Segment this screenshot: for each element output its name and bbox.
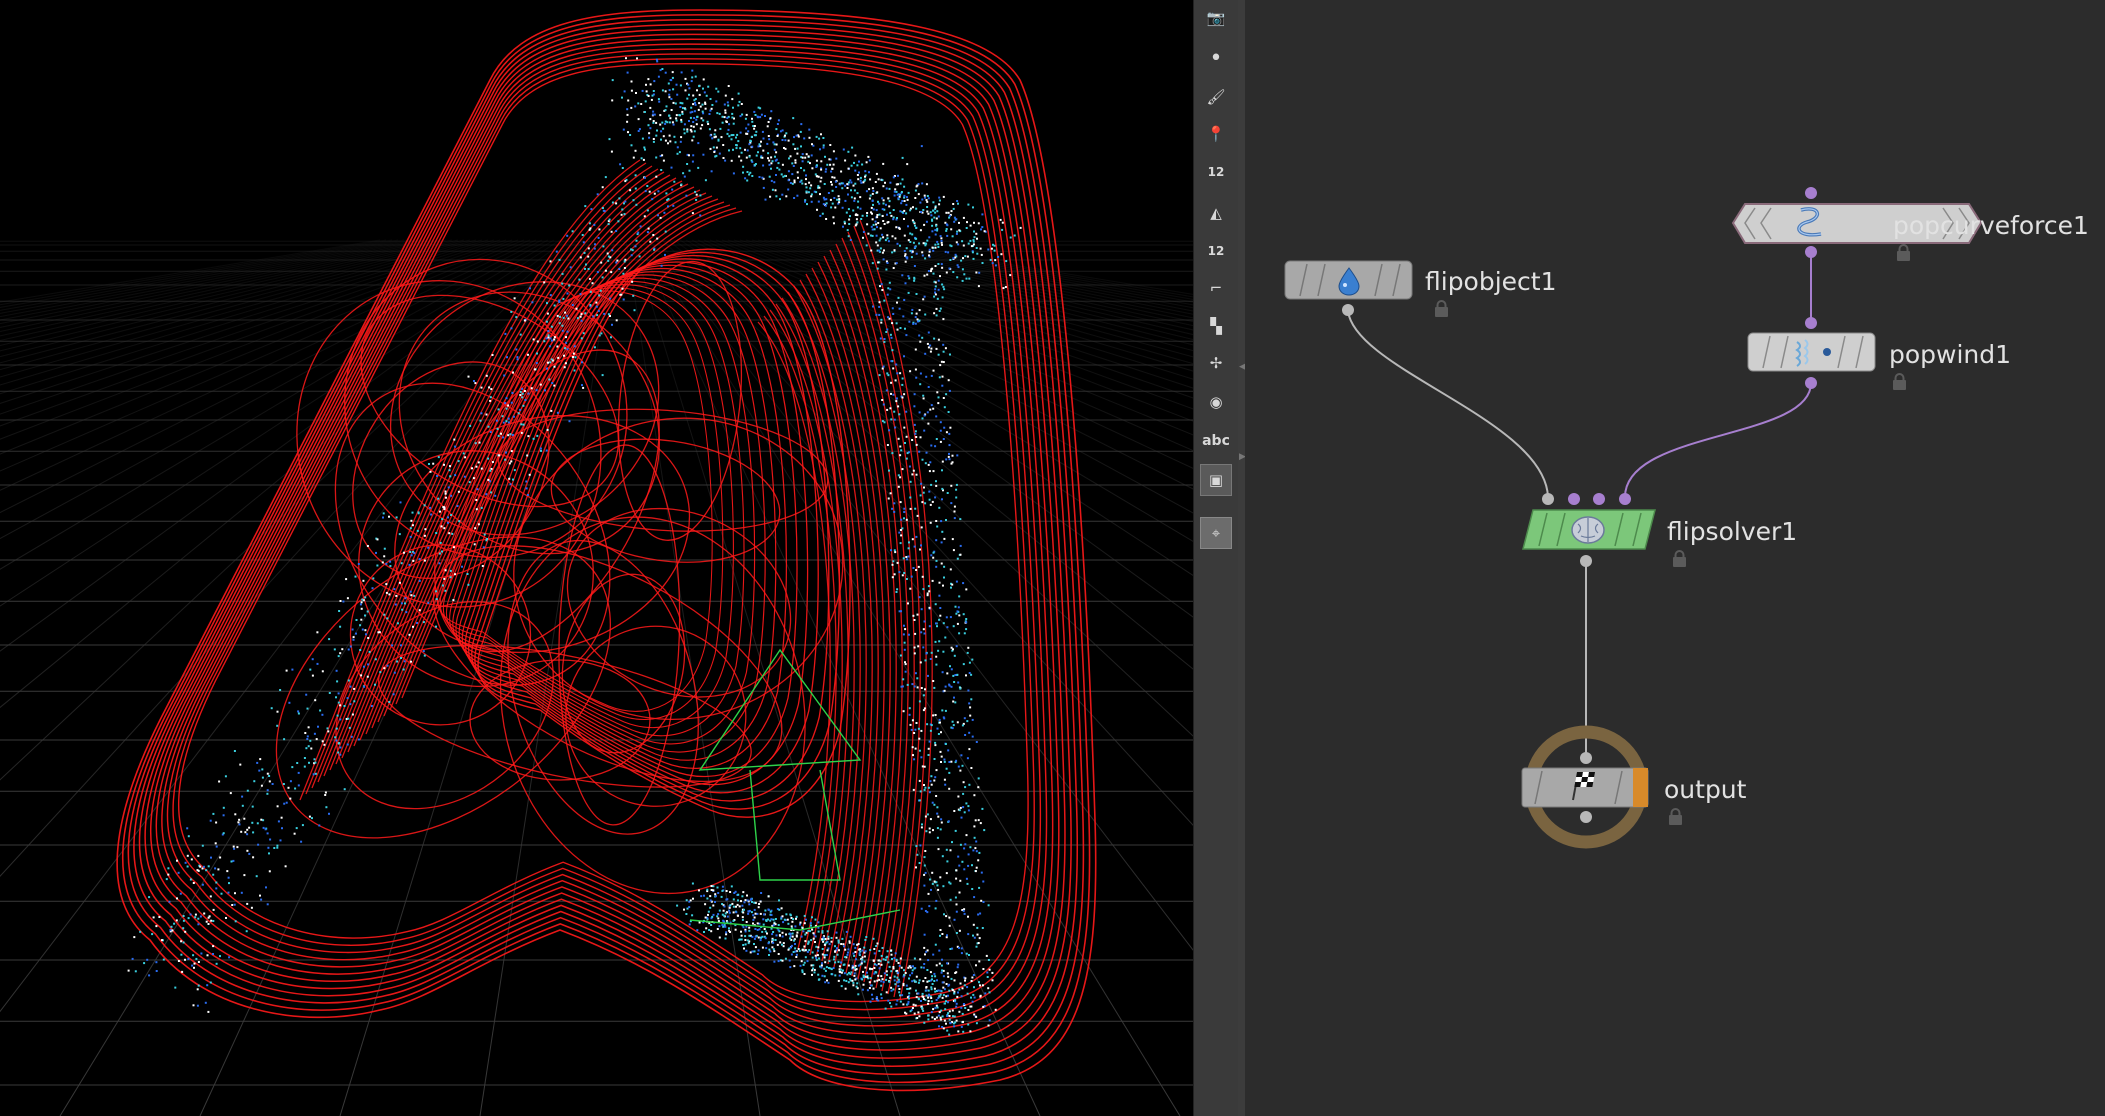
text-abc-icon[interactable]: abc [1200, 425, 1232, 457]
network-editor[interactable]: flipobject1 popcurveforce1 popwind1 flip… [1245, 0, 2105, 1116]
node-label-flipobject1: flipobject1 [1425, 267, 1557, 296]
view-camera-icon[interactable]: 📷 [1200, 2, 1232, 34]
lock-icon [1897, 244, 1910, 261]
node-label-output: output [1664, 775, 1747, 804]
output-connector[interactable] [1805, 246, 1817, 258]
node-popwind1[interactable]: popwind1 [1747, 317, 2011, 390]
lock-icon [1435, 300, 1448, 317]
background-image-icon[interactable]: ▣ [1200, 464, 1232, 496]
brain-icon [1571, 516, 1605, 544]
output-connector[interactable] [1580, 555, 1592, 567]
input-connector[interactable] [1805, 317, 1817, 329]
viewport-canvas[interactable] [0, 0, 1193, 1116]
origin-icon[interactable]: ✢ [1200, 347, 1232, 379]
wire-flipobject1-to-flipsolver1[interactable] [1347, 310, 1549, 498]
primitive-number-icon-text: 12 [1207, 244, 1225, 258]
node-label-popwind1: popwind1 [1889, 340, 2011, 369]
normal-icon[interactable]: ⌐ [1200, 272, 1232, 304]
input-connector-1[interactable] [1542, 493, 1554, 505]
lock-icon [1893, 373, 1906, 390]
ground-grid [0, 239, 1193, 1116]
pin-icon[interactable]: 📍 [1200, 118, 1232, 150]
letter-a-curves [116, 9, 1097, 1092]
input-connector-3[interactable] [1593, 493, 1605, 505]
node-label-popcurveforce1: popcurveforce1 [1893, 211, 2089, 240]
pane-splitter[interactable]: ◀ ▶ [1238, 0, 1246, 1116]
output-connector[interactable] [1342, 304, 1354, 316]
input-connector[interactable] [1805, 187, 1817, 199]
output-connector[interactable] [1580, 811, 1592, 823]
input-connector-2[interactable] [1568, 493, 1580, 505]
scene-viewport[interactable] [0, 0, 1193, 1116]
lock-icon [1673, 550, 1686, 567]
text-abc-icon-text: abc [1202, 433, 1230, 449]
node-label-flipsolver1: flipsolver1 [1667, 517, 1797, 546]
node-flipobject1[interactable]: flipobject1 [1284, 260, 1557, 317]
uv-checker-icon[interactable]: ▚ [1200, 310, 1232, 342]
location-pin-icon[interactable]: ⌖ [1200, 517, 1232, 549]
viewport-display-toolbar: 📷 • 🖌 📍 12 ◭ 12 ⌐ ▚ ✢ ◉ abc ▣ ⌖ [1193, 0, 1240, 1116]
input-connector[interactable] [1580, 752, 1592, 764]
network-canvas[interactable]: flipobject1 popcurveforce1 popwind1 flip… [1245, 0, 2105, 1116]
point-icon[interactable]: • [1200, 42, 1232, 74]
display-flag[interactable] [1633, 768, 1648, 807]
wire-popwind1-to-flipsolver1[interactable] [1624, 382, 1812, 498]
node-output[interactable]: output [1521, 725, 1747, 849]
primitive-number-icon[interactable]: 12 [1200, 235, 1232, 267]
output-connector[interactable] [1805, 377, 1817, 389]
point-number-icon[interactable]: 12 [1200, 156, 1232, 188]
primitive-paint-icon[interactable]: ◭ [1200, 197, 1232, 229]
wireframe-icon[interactable]: ◉ [1200, 386, 1232, 418]
node-flipsolver1[interactable]: flipsolver1 [1522, 493, 1797, 567]
point-number-icon-text: 12 [1207, 165, 1225, 179]
lock-icon [1669, 808, 1682, 825]
brush-icon[interactable]: 🖌 [1200, 81, 1232, 113]
input-connector-4[interactable] [1619, 493, 1631, 505]
node-popcurveforce1[interactable]: popcurveforce1 [1731, 187, 2089, 261]
